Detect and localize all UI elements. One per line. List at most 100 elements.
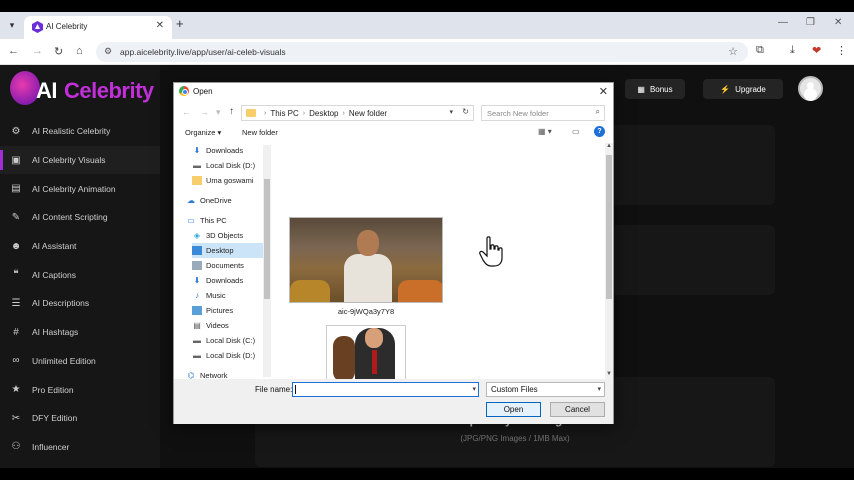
forward-icon[interactable]: → bbox=[32, 45, 43, 57]
reload-icon[interactable]: ↻ bbox=[54, 45, 63, 58]
profile-icon[interactable]: ❤ bbox=[812, 44, 821, 57]
browser-toolbar: ← → ↻ ⌂ ⚙ app.aicelebrity.live/app/user/… bbox=[0, 39, 854, 65]
help-icon[interactable]: ? bbox=[594, 126, 605, 137]
upgrade-label: Upgrade bbox=[735, 84, 766, 94]
sidebar-item-ai-content-scripting[interactable]: ✎ AI Content Scripting bbox=[0, 203, 160, 232]
tree-scrollbar[interactable] bbox=[263, 145, 271, 377]
close-window-icon[interactable]: ✕ bbox=[834, 17, 842, 28]
view-options-icon[interactable]: ▦ ▾ bbox=[538, 127, 552, 136]
dialog-title: Open bbox=[193, 87, 213, 96]
sidebar-item-pro-edition[interactable]: ★ Pro Edition bbox=[0, 375, 160, 404]
tree-item-local-disk-d-pc[interactable]: ▬ Local Disk (D:) bbox=[192, 348, 265, 363]
address-bar[interactable]: ⚙ app.aicelebrity.live/app/user/ai-celeb… bbox=[96, 42, 748, 62]
tree-item-label: OneDrive bbox=[200, 196, 232, 205]
tree-item-music[interactable]: ♪ Music bbox=[192, 288, 265, 303]
file-name-label[interactable]: aic-9jWQa3y7Y8 bbox=[289, 307, 443, 316]
disk-icon: ▬ bbox=[193, 161, 201, 170]
new-folder-button[interactable]: New folder bbox=[242, 128, 278, 137]
file-name-input[interactable]: ▾ bbox=[292, 382, 479, 397]
tab-close-icon[interactable]: ✕ bbox=[156, 20, 164, 31]
scroll-up-icon[interactable]: ▲ bbox=[605, 143, 613, 149]
sidebar-item-dfy-edition[interactable]: ✂ DFY Edition bbox=[0, 404, 160, 433]
tree-item-label: 3D Objects bbox=[206, 231, 244, 240]
dialog-footer: File name: ▾ Custom Files ▾ Open Cancel bbox=[174, 379, 613, 424]
open-button[interactable]: Open bbox=[486, 402, 541, 417]
sidebar-item-unlimited-edition[interactable]: ∞ Unlimited Edition bbox=[0, 347, 160, 376]
chevron-down-icon[interactable]: ▾ bbox=[472, 385, 476, 393]
tree-item-local-disk-c[interactable]: ▬ Local Disk (C:) bbox=[192, 333, 265, 348]
organize-button[interactable]: Organize ▾ bbox=[185, 128, 221, 137]
tree-item-3d-objects[interactable]: ◈ 3D Objects bbox=[192, 228, 265, 243]
dialog-up-icon[interactable]: ↑ bbox=[229, 106, 234, 117]
disk-icon: ▬ bbox=[193, 351, 201, 360]
breadcrumb-new-folder[interactable]: New folder bbox=[349, 109, 387, 118]
tree-item-pictures[interactable]: Pictures bbox=[192, 303, 265, 318]
file-name-label: File name: bbox=[255, 385, 293, 394]
tie bbox=[372, 350, 377, 374]
refresh-icon[interactable]: ↻ bbox=[462, 107, 469, 116]
browser-tab[interactable]: AI Celebrity ✕ bbox=[24, 16, 172, 39]
scroll-down-icon[interactable]: ▼ bbox=[605, 371, 613, 377]
cancel-button[interactable]: Cancel bbox=[550, 402, 605, 417]
bonus-button[interactable]: ▦ Bonus bbox=[625, 79, 685, 99]
minimize-icon[interactable]: — bbox=[778, 17, 788, 28]
tree-item-downloads-pc[interactable]: ⬇ Downloads bbox=[192, 273, 265, 288]
breadcrumb-desktop[interactable]: Desktop bbox=[309, 109, 338, 118]
extensions-icon[interactable]: ⧉ bbox=[756, 44, 764, 57]
tree-item-desktop[interactable]: Desktop bbox=[192, 243, 265, 258]
tree-item-uma-goswami[interactable]: Uma goswami bbox=[192, 173, 265, 188]
sidebar-item-ai-hashtags[interactable]: # AI Hashtags bbox=[0, 318, 160, 347]
sidebar-item-influencer[interactable]: ⚇ Influencer bbox=[0, 433, 160, 462]
download-icon[interactable]: ⤓ bbox=[790, 44, 795, 57]
dialog-back-icon[interactable]: ← bbox=[182, 107, 191, 117]
sidebar-item-ai-celebrity-visuals[interactable]: ▣ AI Celebrity Visuals bbox=[0, 145, 160, 175]
bookmark-star-icon[interactable]: ☆ bbox=[728, 45, 738, 58]
sidebar-item-ai-captions[interactable]: ❝ AI Captions bbox=[0, 260, 160, 289]
tree-scrollbar-thumb[interactable] bbox=[264, 179, 270, 299]
open-file-dialog: Open ✕ ← → ▾ ↑ › This PC › Desktop › New… bbox=[173, 82, 614, 424]
site-info-icon[interactable]: ⚙ bbox=[104, 46, 112, 57]
avatar[interactable] bbox=[798, 76, 823, 101]
app-logo[interactable]: AI Celebrity bbox=[8, 69, 158, 109]
dialog-forward-icon[interactable]: → bbox=[200, 107, 209, 117]
cloud-icon: ☁ bbox=[187, 196, 195, 205]
tree-item-local-disk-d[interactable]: ▬ Local Disk (D:) bbox=[192, 158, 265, 173]
preview-pane-icon[interactable]: ▭ bbox=[572, 127, 580, 136]
star-icon: ★ bbox=[11, 384, 21, 396]
chevron-down-icon[interactable]: ▾ bbox=[449, 108, 453, 116]
tree-item-network[interactable]: ⌬ Network bbox=[186, 368, 265, 379]
file-thumbnail[interactable] bbox=[326, 325, 406, 379]
sidebar-item-ai-realistic-celebrity[interactable]: ⚙ AI Realistic Celebrity bbox=[0, 117, 160, 146]
sidebar-item-ai-celebrity-animation[interactable]: ▤ AI Celebrity Animation bbox=[0, 174, 160, 203]
dialog-recent-icon[interactable]: ▾ bbox=[216, 107, 221, 118]
upgrade-button[interactable]: ⚡ Upgrade bbox=[703, 79, 783, 99]
dialog-close-icon[interactable]: ✕ bbox=[599, 85, 608, 98]
breadcrumb-this-pc[interactable]: This PC bbox=[270, 109, 298, 118]
file-list-scrollbar[interactable]: ▲ ▼ bbox=[605, 143, 613, 379]
sidebar-item-ai-assistant[interactable]: ☻ AI Assistant bbox=[0, 232, 160, 261]
sidebar-item-label: Pro Edition bbox=[32, 384, 74, 395]
file-thumbnail[interactable] bbox=[289, 217, 443, 303]
back-icon[interactable]: ← bbox=[8, 45, 19, 57]
dialog-navbar: ← → ▾ ↑ › This PC › Desktop › New folder… bbox=[174, 103, 613, 123]
file-type-select[interactable]: Custom Files ▾ bbox=[486, 382, 605, 397]
folder-icon bbox=[192, 176, 202, 185]
search-input[interactable]: Search New folder ⌕ bbox=[481, 105, 605, 121]
tree-item-downloads[interactable]: ⬇ Downloads bbox=[192, 143, 265, 158]
more-menu-icon[interactable]: ⋮ bbox=[836, 44, 847, 57]
new-tab-icon[interactable]: + bbox=[176, 16, 184, 31]
sidebar-item-ai-descriptions[interactable]: ☰ AI Descriptions bbox=[0, 289, 160, 318]
text-caret bbox=[295, 385, 296, 394]
tree-item-onedrive[interactable]: ☁ OneDrive bbox=[186, 193, 265, 208]
upload-hint: (JPG/PNG Images / 1MB Max) bbox=[460, 434, 570, 443]
home-icon[interactable]: ⌂ bbox=[76, 45, 83, 57]
tree-item-videos[interactable]: ▤ Videos bbox=[192, 318, 265, 333]
tab-search-icon[interactable]: ▾ bbox=[4, 17, 20, 33]
tree-item-documents[interactable]: Documents bbox=[192, 258, 265, 273]
restore-icon[interactable]: ❐ bbox=[806, 17, 815, 28]
group-icon: ⚇ bbox=[11, 441, 21, 453]
hand-cursor-icon bbox=[479, 236, 503, 267]
file-list-scrollbar-thumb[interactable] bbox=[606, 155, 612, 299]
breadcrumb[interactable]: › This PC › Desktop › New folder ▾ ↻ bbox=[241, 105, 474, 121]
tree-item-this-pc[interactable]: ▭ This PC bbox=[186, 213, 265, 228]
